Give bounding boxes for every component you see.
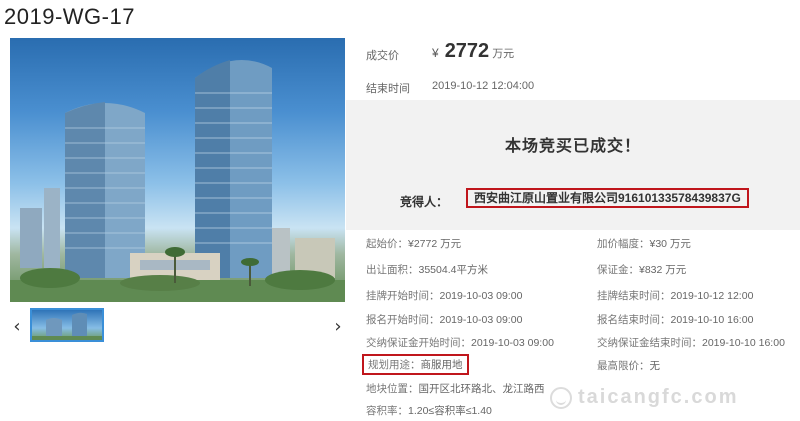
page-title: 2019-WG-17 — [4, 4, 135, 29]
deal-price-unit: 万元 — [492, 48, 515, 60]
watermark: taicangfc.com — [550, 386, 738, 409]
detail-location: 地块位置：国开区北环路北、龙江路西 — [366, 383, 545, 395]
chevron-right-icon[interactable]: › — [331, 316, 345, 337]
detail-deposit-start: 交纳保证金开始时间：2019-10-03 09:00 — [366, 337, 554, 349]
end-time-value: 2019-10-12 12:04:00 — [432, 80, 535, 92]
result-title: 本场竞买已成交！ — [504, 138, 641, 155]
deal-price-label: 成交价 — [366, 50, 399, 62]
detail-deposit: 保证金：¥832 万元 — [597, 264, 687, 276]
detail-area: 出让面积：35504.4平方米 — [366, 264, 488, 276]
deal-price: ¥ 2772 万元 — [432, 40, 514, 63]
property-main-image — [10, 38, 345, 302]
deal-price-value: 2772 — [444, 40, 490, 62]
end-time-label: 结束时间 — [366, 83, 410, 95]
winner-label: 竞得人： — [400, 195, 449, 209]
detail-registration-start: 报名开始时间：2019-10-03 09:00 — [366, 314, 523, 326]
detail-start-price: 起始价：¥2772 万元 — [366, 238, 462, 250]
detail-planned-use: 规划用途：商服用地 — [362, 354, 469, 375]
detail-listing-end: 挂牌结束时间：2019-10-12 12:00 — [597, 290, 754, 302]
detail-increment: 加价幅度：¥30 万元 — [597, 238, 691, 250]
currency-symbol: ¥ — [432, 46, 439, 60]
thumbnail-strip: ‹ › — [10, 306, 345, 346]
winner-value: 西安曲江原山置业有限公司91610133578439837G — [466, 188, 749, 208]
smiley-icon — [550, 386, 572, 409]
chevron-left-icon[interactable]: ‹ — [10, 316, 24, 337]
detail-max-price: 最高限价：无 — [597, 360, 660, 372]
detail-registration-end: 报名结束时间：2019-10-10 16:00 — [597, 314, 754, 326]
deal-price-row: 成交价 — [366, 40, 399, 70]
detail-listing-start: 挂牌开始时间：2019-10-03 09:00 — [366, 290, 523, 302]
detail-plot-ratio: 容积率：1.20≤容积率≤1.40 — [366, 405, 492, 417]
detail-deposit-end: 交纳保证金结束时间：2019-10-10 16:00 — [597, 337, 785, 349]
thumbnail-image[interactable] — [30, 308, 104, 342]
auction-result-panel: 本场竞买已成交！ 竞得人： 西安曲江原山置业有限公司91610133578439… — [346, 100, 800, 230]
